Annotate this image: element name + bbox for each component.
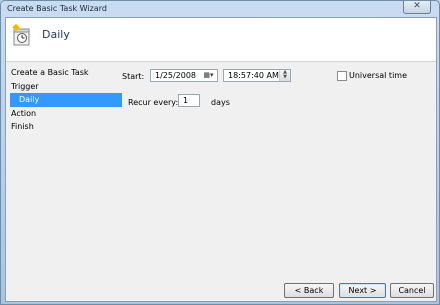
start-label: Start: xyxy=(122,72,145,81)
back-button[interactable]: < Back xyxy=(284,283,334,298)
universal-time-checkbox[interactable] xyxy=(337,71,347,81)
recur-every-input[interactable]: 1 xyxy=(178,94,200,107)
start-time-value: 18:57:40 AM xyxy=(228,71,279,80)
spin-down-icon[interactable]: ▼ xyxy=(280,75,290,80)
task-scheduler-icon xyxy=(12,24,30,46)
recur-unit-label: days xyxy=(211,98,230,107)
wizard-window: Create Basic Task Wizard ✕ Daily Create … xyxy=(0,0,440,305)
time-spinner[interactable]: ▲ ▼ xyxy=(279,70,290,81)
window-title: Create Basic Task Wizard xyxy=(7,4,107,13)
next-button[interactable]: Next > xyxy=(339,283,386,298)
calendar-dropdown-icon[interactable]: ▦▾ xyxy=(201,70,216,81)
wizard-client-area: Daily Create a Basic Task Trigger Daily … xyxy=(5,17,437,302)
step-create-basic-task[interactable]: Create a Basic Task xyxy=(10,66,122,80)
step-action[interactable]: Action xyxy=(10,107,122,121)
recur-every-label: Recur every: xyxy=(128,98,179,107)
wizard-header: Daily xyxy=(6,18,436,62)
start-date-value: 1/25/2008 xyxy=(155,71,197,80)
start-date-picker[interactable]: 1/25/2008 ▦▾ xyxy=(150,69,218,82)
step-finish[interactable]: Finish xyxy=(10,120,122,134)
step-trigger[interactable]: Trigger xyxy=(10,80,122,94)
universal-time-label: Universal time xyxy=(349,71,408,80)
close-button[interactable]: ✕ xyxy=(403,1,431,14)
page-title: Daily xyxy=(42,28,70,41)
title-bar: Create Basic Task Wizard ✕ xyxy=(1,1,439,16)
step-daily[interactable]: Daily xyxy=(10,93,122,107)
wizard-steps: Create a Basic Task Trigger Daily Action… xyxy=(10,66,122,134)
start-time-field[interactable]: 18:57:40 AM ▲ ▼ xyxy=(223,69,291,82)
cancel-button[interactable]: Cancel xyxy=(390,283,434,298)
